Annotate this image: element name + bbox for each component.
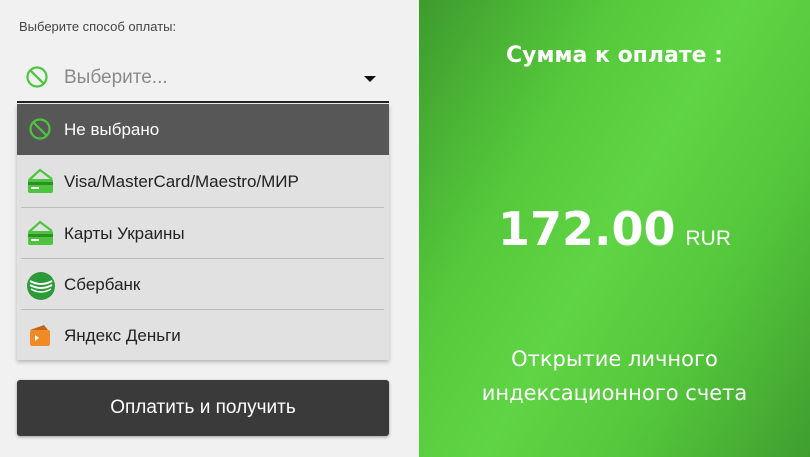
payment-description: Открытие личного индексационного счета [419,342,810,410]
sberbank-icon [26,271,55,300]
sum-title: Сумма к оплате : [506,43,723,68]
card-icon [26,220,54,248]
description-line-2: индексационного счета [481,381,748,405]
option-label: Яндекс Деньги [64,326,181,345]
option-visa-mastercard[interactable]: Visa/MasterCard/Maestro/МИР [17,156,389,207]
option-not-selected[interactable]: Не выбрано [17,104,389,155]
payment-panel: Выберите способ оплаты: Выберите... Не в… [0,0,419,457]
no-entry-icon [25,65,49,94]
currency-label: RUR [685,227,732,250]
payment-options-dropdown: Не выбрано Visa/MasterCard/Maestro/МИР К… [17,104,389,360]
option-ukraine-cards[interactable]: Карты Украины [17,208,389,259]
select-placeholder: Выберите... [64,67,168,88]
payment-method-label: Выберите способ оплаты: [19,19,177,34]
option-label: Сбербанк [64,275,141,294]
card-icon [26,168,54,196]
option-label: Карты Украины [64,224,185,243]
option-yandex-money[interactable]: Яндекс Деньги [17,310,389,361]
option-label: Visa/MasterCard/Maestro/МИР [64,172,299,191]
amount-value: 172.00 [497,202,676,256]
chevron-down-icon[interactable] [364,76,376,82]
option-sberbank[interactable]: Сбербанк [17,259,389,310]
description-line-1: Открытие личного [511,347,718,371]
amount-display: 172.00 RUR [419,202,810,256]
yandex-money-icon [26,322,54,350]
payment-summary-panel: Сумма к оплате : 172.00 RUR Открытие личн… [419,0,810,457]
payment-method-select[interactable]: Выберите... [17,53,389,103]
pay-and-receive-button[interactable]: Оплатить и получить [17,380,389,436]
no-entry-icon [26,116,54,144]
option-label: Не выбрано [64,120,160,139]
